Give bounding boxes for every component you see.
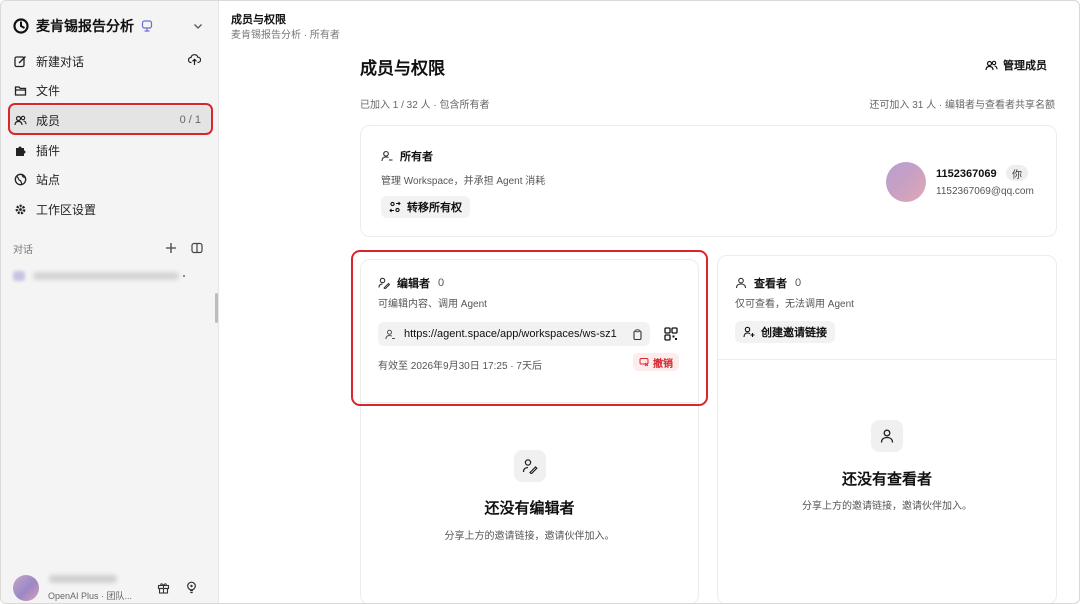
sidebar-item-label: 工作区设置 (36, 202, 97, 217)
user-account[interactable]: OpenAI Plus · 团队... (13, 573, 209, 603)
owner-card: 所有者 管理 Workspace，并承担 Agent 消耗 转移所有权 1152… (360, 125, 1057, 237)
gear-icon (14, 203, 27, 216)
chevron-down-icon[interactable] (191, 19, 205, 33)
sidebar-item-plugins[interactable]: 插件 (9, 136, 211, 164)
avatar (886, 162, 926, 202)
sidebar-resize-handle[interactable] (215, 293, 218, 323)
app-window: 麦肯锡报告分析 新建对话 文件 成员 0 / 1 插件 站点 工作区设置 对话 … (0, 0, 1080, 604)
owner-heading-label: 所有者 (400, 151, 433, 163)
manage-members-label: 管理成员 (1003, 60, 1047, 72)
chat-item-title-blurred (33, 272, 179, 280)
owner-icon (381, 150, 393, 162)
chat-item-icon (13, 271, 25, 281)
workspace-title: 麦肯锡报告分析 (36, 18, 134, 34)
openai-logo-icon (13, 18, 29, 34)
breadcrumb-title: 成员与权限 (231, 14, 286, 26)
editor-highlight-annotation (351, 250, 708, 406)
owner-heading: 所有者 (381, 148, 433, 164)
users-icon (985, 59, 998, 72)
sidebar-item-files[interactable]: 文件 (9, 76, 211, 104)
edit-icon (14, 55, 27, 68)
editor-empty-description: 分享上方的邀请链接，邀请伙伴加入。 (444, 531, 615, 542)
viewer-heading-label: 查看者 (754, 278, 787, 290)
create-invite-link-button[interactable]: 创建邀请链接 (735, 321, 835, 343)
chat-list-item[interactable] (13, 269, 189, 283)
transfer-ownership-button[interactable]: 转移所有权 (381, 196, 470, 218)
sidebar-item-label: 站点 (36, 172, 61, 187)
plus-icon[interactable] (165, 242, 177, 254)
viewer-count: 0 (795, 277, 802, 289)
sidebar-item-new-chat[interactable]: 新建对话 (9, 47, 211, 75)
viewer-card: 查看者 0 仅可查看，无法调用 Agent 创建邀请链接 还没有查看者 分享上方… (717, 255, 1057, 603)
transfer-icon (389, 201, 401, 213)
viewer-empty-icon (871, 420, 903, 452)
sidebar: 麦肯锡报告分析 新建对话 文件 成员 0 / 1 插件 站点 工作区设置 对话 … (1, 1, 219, 603)
member-summary: 已加入 1 / 32 人 · 包含所有者 (360, 100, 490, 111)
seat-summary: 还可加入 31 人 · 编辑者与查看者共享名额 (869, 100, 1055, 111)
puzzle-icon (14, 144, 27, 157)
add-user-icon (743, 326, 755, 338)
user-plan: OpenAI Plus · 团队... (48, 591, 133, 601)
editor-empty-title: 还没有编辑者 (484, 500, 575, 517)
page-title: 成员与权限 (360, 59, 445, 78)
chat-item-indicator (183, 275, 185, 277)
manage-members-button[interactable]: 管理成员 (985, 56, 1047, 74)
owner-name: 1152367069 (936, 168, 997, 180)
breadcrumb: 麦肯锡报告分析 · 所有者 (231, 30, 340, 41)
sidebar-item-label: 插件 (36, 143, 61, 158)
you-badge: 你 (1006, 165, 1028, 181)
avatar (13, 575, 39, 601)
sidebar-item-sites[interactable]: 站点 (9, 165, 211, 193)
lightbulb-icon[interactable] (185, 581, 198, 594)
user-name-blurred (49, 575, 117, 583)
chats-section-label: 对话 (13, 244, 33, 256)
sidebar-item-workspace-settings[interactable]: 工作区设置 (9, 195, 211, 223)
divider (718, 359, 1056, 360)
viewer-empty-title: 还没有查看者 (841, 471, 932, 488)
chats-section-header: 对话 (13, 241, 203, 256)
members-highlight-annotation (8, 103, 213, 135)
create-invite-link-label: 创建邀请链接 (761, 327, 827, 339)
workspace-switcher[interactable]: 麦肯锡报告分析 (13, 15, 205, 37)
viewer-empty-description: 分享上方的邀请链接，邀请伙伴加入。 (802, 501, 972, 512)
owner-email: 1152367069@qq.com (936, 186, 1034, 197)
workspace-badge-icon (141, 20, 153, 32)
upload-cloud-icon[interactable] (187, 53, 202, 69)
globe-icon (14, 173, 27, 186)
sidebar-item-label: 文件 (36, 83, 61, 98)
sidebar-item-label: 新建对话 (36, 54, 85, 69)
viewer-description: 仅可查看，无法调用 Agent (735, 299, 854, 310)
gift-icon[interactable] (157, 581, 170, 594)
owner-description: 管理 Workspace，并承担 Agent 消耗 (381, 176, 546, 187)
transfer-ownership-label: 转移所有权 (407, 202, 462, 214)
viewer-icon (735, 277, 747, 289)
sidebar-toggle-icon[interactable] (191, 242, 203, 254)
folder-icon (14, 84, 27, 97)
editor-empty-icon (514, 450, 546, 482)
viewer-heading: 查看者 0 (735, 275, 801, 291)
